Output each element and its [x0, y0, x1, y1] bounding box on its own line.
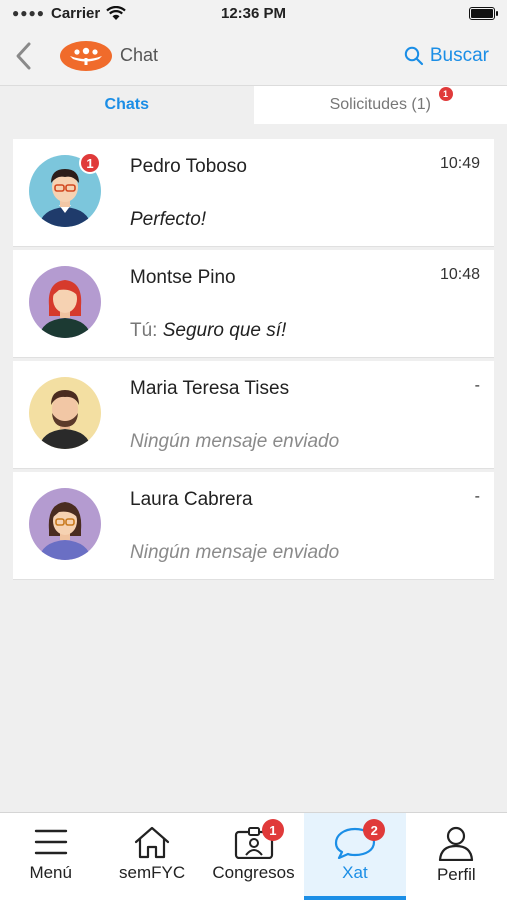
tab-label: Chats	[104, 96, 149, 113]
message-text: Seguro que sí!	[162, 320, 287, 341]
tab-label: Perfil	[436, 865, 476, 884]
people-logo-icon	[70, 47, 102, 65]
message-preview: Ningún mensaje enviado	[130, 431, 340, 452]
chat-list-item[interactable]: Montse Pino 10:48 Tú: Seguro que sí!	[13, 250, 494, 357]
message-preview: Ningún mensaje enviado	[130, 542, 340, 563]
unread-badge: 1	[79, 152, 101, 174]
tab-xat[interactable]: 2 Xat	[304, 813, 407, 900]
page-title: Chat	[120, 45, 159, 65]
wifi-icon	[106, 5, 126, 20]
tab-perfil[interactable]: Perfil	[406, 813, 507, 900]
chat-list: 1 Pedro Toboso 10:49 Perfecto! Montse Pi…	[0, 124, 507, 579]
back-button[interactable]	[14, 36, 48, 76]
home-icon	[135, 826, 170, 859]
menu-icon	[34, 829, 67, 855]
sender-prefix: Tú:	[130, 320, 163, 341]
battery-icon	[469, 6, 498, 20]
avatar	[29, 488, 101, 560]
status-bar: ●●●● Carrier 12:36 PM	[0, 0, 507, 26]
chat-list-item[interactable]: Maria Teresa Tises - Ningún mensaje envi…	[13, 361, 494, 468]
message-preview: Tú: Seguro que sí!	[130, 320, 286, 342]
avatar	[29, 266, 101, 338]
chat-list-item[interactable]: Laura Cabrera - Ningún mensaje enviado	[13, 472, 494, 579]
tab-menu[interactable]: Menú	[0, 813, 101, 900]
message-time: -	[474, 488, 480, 505]
search-button[interactable]: Buscar	[404, 45, 489, 67]
nav-bar: Chat Buscar	[0, 26, 507, 86]
tab-solicitudes[interactable]: Solicitudes (1) 1	[253, 86, 507, 124]
tab-label: semFYC	[119, 863, 186, 882]
notification-badge: 2	[363, 819, 386, 841]
bottom-tab-bar: Menú semFYC 1 Congresos 2 Xat Perfil	[0, 812, 507, 900]
contact-name: Montse Pino	[130, 267, 236, 288]
signal-icon: ●●●●	[12, 6, 45, 20]
status-time: 12:36 PM	[220, 4, 287, 22]
male-beard-avatar-icon	[29, 377, 101, 449]
notification-badge: 1	[438, 87, 453, 101]
message-time: -	[474, 377, 480, 394]
message-time: 10:48	[439, 266, 480, 283]
segment-tabs: Chats Solicitudes (1) 1	[0, 86, 507, 124]
status-left: ●●●● Carrier	[12, 5, 126, 22]
user-icon	[439, 826, 474, 861]
tab-chats[interactable]: Chats	[0, 86, 254, 124]
chevron-left-icon	[16, 42, 31, 69]
tab-label: Congresos	[212, 863, 295, 882]
tab-semfyc[interactable]: semFYC	[101, 813, 202, 900]
notification-badge: 1	[261, 819, 284, 841]
app-logo	[60, 40, 112, 71]
female-redhair-avatar-icon	[29, 266, 101, 338]
tab-label: Xat	[342, 863, 368, 882]
tab-label: Menú	[29, 863, 72, 882]
tab-congresos[interactable]: 1 Congresos	[203, 813, 304, 900]
search-label: Buscar	[429, 44, 489, 66]
message-time: 10:49	[439, 155, 480, 172]
female-glasses-avatar-icon	[29, 488, 101, 560]
avatar	[29, 377, 101, 449]
chat-list-item[interactable]: 1 Pedro Toboso 10:49 Perfecto!	[13, 139, 494, 246]
tab-label: Solicitudes (1)	[329, 96, 431, 113]
carrier-label: Carrier	[51, 4, 101, 22]
search-icon	[404, 46, 423, 65]
contact-name: Pedro Toboso	[130, 156, 247, 177]
message-preview: Perfecto!	[130, 209, 207, 230]
contact-name: Laura Cabrera	[130, 489, 253, 510]
contact-name: Maria Teresa Tises	[130, 378, 290, 399]
